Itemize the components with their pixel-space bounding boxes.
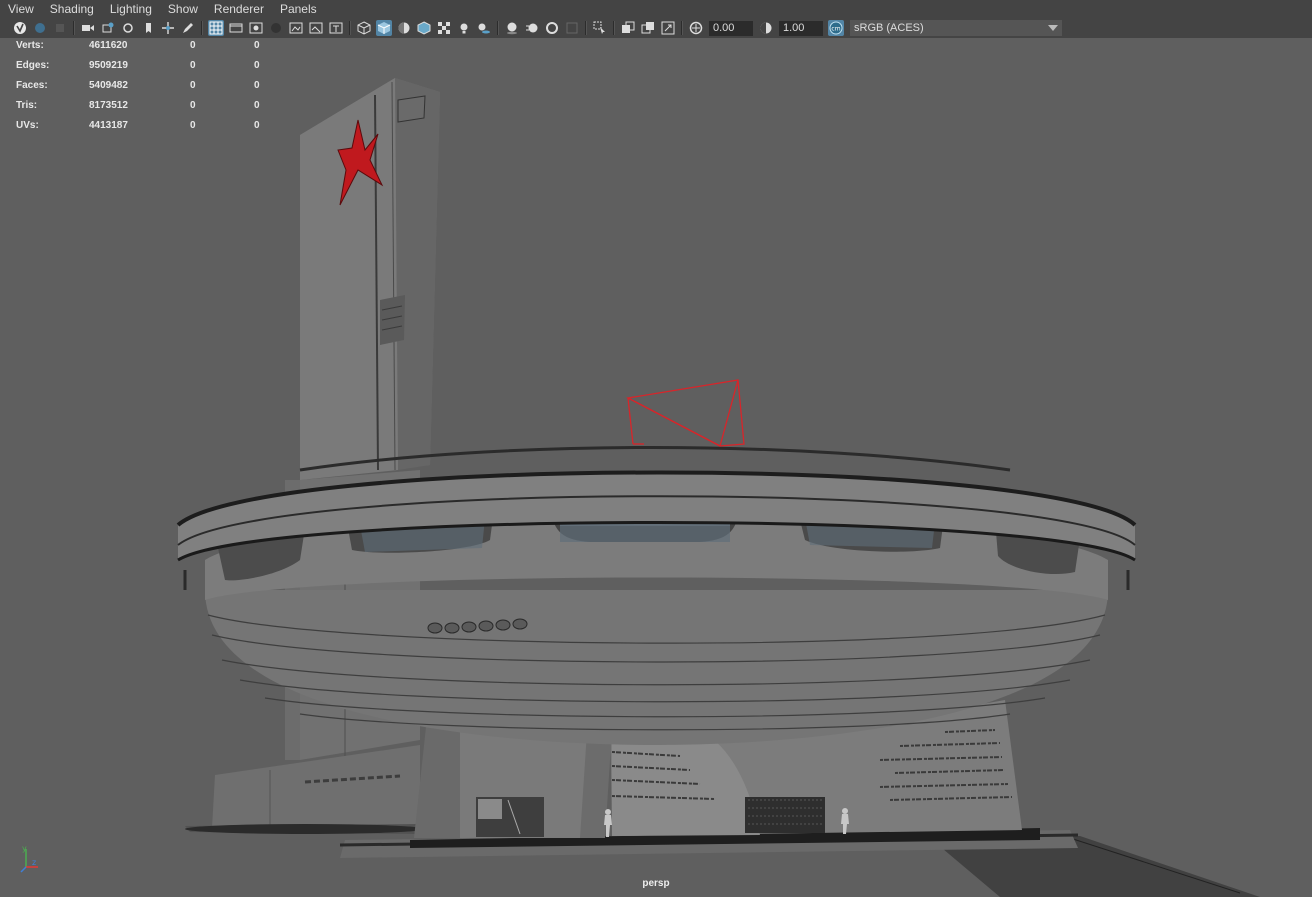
selection-wireframe: [625, 379, 745, 447]
safe-title-icon[interactable]: [328, 20, 344, 36]
hud-row-tris: Tris: 8173512 0 0: [16, 100, 276, 120]
hud-value: 0: [254, 80, 260, 91]
toolbar-separator: [73, 21, 75, 35]
motion-blur-icon[interactable]: [524, 20, 540, 36]
hud-value: 0: [254, 120, 260, 131]
film-gate-icon[interactable]: [228, 20, 244, 36]
toolbar-separator: [497, 21, 499, 35]
move-camera-icon[interactable]: [160, 20, 176, 36]
toolbar-separator: [681, 21, 683, 35]
grid-icon[interactable]: [208, 20, 224, 36]
toolbar-separator: [585, 21, 587, 35]
hud-value: 0: [190, 80, 196, 91]
hud-value: 0: [254, 100, 260, 111]
menu-lighting[interactable]: Lighting: [102, 2, 160, 16]
xray-joints-icon[interactable]: [620, 20, 636, 36]
lights-icon[interactable]: [456, 20, 472, 36]
menu-show[interactable]: Show: [160, 2, 206, 16]
toolbar-separator: [613, 21, 615, 35]
isolate-select-icon[interactable]: [592, 20, 608, 36]
exposure-field[interactable]: 0.00: [709, 20, 753, 36]
safe-action-icon[interactable]: [308, 20, 324, 36]
hud-value: 0: [190, 60, 196, 71]
select-camera-icon[interactable]: [12, 20, 28, 36]
camera-name-label: persp: [642, 878, 670, 889]
hud-label: Tris:: [16, 100, 38, 111]
hud-label: UVs:: [16, 120, 39, 131]
pencil-icon[interactable]: [180, 20, 196, 36]
backface-culling-icon[interactable]: [660, 20, 676, 36]
wireframe-icon[interactable]: [356, 20, 372, 36]
color-management-icon[interactable]: cm: [828, 20, 844, 36]
saucer: [176, 446, 1137, 745]
color-space-label: sRGB (ACES): [854, 22, 924, 34]
color-space-dropdown[interactable]: sRGB (ACES): [850, 20, 1062, 36]
resolution-gate-icon[interactable]: [248, 20, 264, 36]
wireframe-on-shaded-icon[interactable]: [416, 20, 432, 36]
image-plane-icon[interactable]: [80, 20, 96, 36]
hud-value: 8173512: [89, 100, 128, 111]
smooth-shade-icon[interactable]: [376, 20, 392, 36]
shadows-icon[interactable]: [476, 20, 492, 36]
scene-render: [176, 78, 1260, 897]
depth-of-field-icon[interactable]: [564, 20, 580, 36]
hud-row-uvs: UVs: 4413187 0 0: [16, 120, 276, 140]
hud-value: 9509219: [89, 60, 128, 71]
camera-attributes-icon[interactable]: [32, 20, 48, 36]
exposure-icon[interactable]: [688, 20, 704, 36]
panel-toolbar: 0.00 1.00 cm sRGB (ACES): [0, 18, 1312, 38]
toolbar-separator: [349, 21, 351, 35]
hud-value: 4611620: [89, 40, 128, 51]
screen-space-ao-icon[interactable]: [504, 20, 520, 36]
menu-view[interactable]: View: [0, 2, 42, 16]
hud-value: 0: [190, 100, 196, 111]
gamma-field[interactable]: 1.00: [779, 20, 823, 36]
hud-value: 0: [254, 60, 260, 71]
use-default-material-icon[interactable]: [396, 20, 412, 36]
menu-panels[interactable]: Panels: [272, 2, 325, 16]
hud-row-verts: Verts: 4611620 0 0: [16, 40, 276, 60]
hud-value: 5409482: [89, 80, 128, 91]
grease-pencil-icon[interactable]: [120, 20, 136, 36]
menu-renderer[interactable]: Renderer: [206, 2, 272, 16]
hud-value: 0: [190, 120, 196, 131]
bookmark-icon[interactable]: [52, 20, 68, 36]
axis-y-label: y: [22, 845, 27, 853]
xray-icon[interactable]: [436, 20, 452, 36]
menu-shading[interactable]: Shading: [42, 2, 102, 16]
chevron-down-icon: [1048, 25, 1058, 31]
poly-count-hud: Verts: 4611620 0 0 Edges: 9509219 0 0 Fa…: [16, 40, 276, 140]
view-axis-gizmo-icon: y z: [20, 845, 38, 873]
bookmark-flag-icon[interactable]: [140, 20, 156, 36]
3d-viewport[interactable]: Verts: 4611620 0 0 Edges: 9509219 0 0 Fa…: [0, 38, 1312, 897]
gate-mask-icon[interactable]: [268, 20, 284, 36]
hud-label: Faces:: [16, 80, 48, 91]
xray-active-icon[interactable]: [640, 20, 656, 36]
toolbar-separator: [201, 21, 203, 35]
2d-pan-zoom-icon[interactable]: [100, 20, 116, 36]
field-chart-icon[interactable]: [288, 20, 304, 36]
panel-menu-bar: View Shading Lighting Show Renderer Pane…: [0, 0, 1312, 18]
maya-model-panel: View Shading Lighting Show Renderer Pane…: [0, 0, 1312, 897]
hud-value: 0: [254, 40, 260, 51]
hud-row-edges: Edges: 9509219 0 0: [16, 60, 276, 80]
svg-text:cm: cm: [831, 26, 840, 33]
axis-z-label: z: [32, 858, 36, 867]
gamma-icon[interactable]: [758, 20, 774, 36]
hud-row-faces: Faces: 5409482 0 0: [16, 80, 276, 100]
hud-value: 0: [190, 40, 196, 51]
hud-label: Verts:: [16, 40, 44, 51]
multisample-aa-icon[interactable]: [544, 20, 560, 36]
hud-value: 4413187: [89, 120, 128, 131]
hud-label: Edges:: [16, 60, 50, 71]
